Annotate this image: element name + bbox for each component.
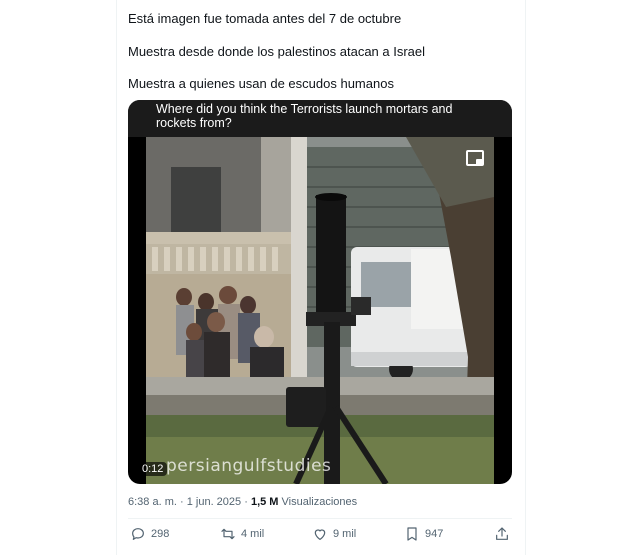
video-player[interactable]: Where did you think the Terrorists launc… [128,100,512,484]
repost-button[interactable]: 4 mil [220,526,264,542]
divider [128,518,512,519]
like-count: 9 mil [333,528,357,540]
video-duration-badge: 0:12 [138,462,168,476]
picture-in-picture-icon[interactable] [466,150,484,166]
repost-count: 4 mil [241,528,265,540]
reply-button[interactable]: 298 [130,526,169,542]
tweet-text-line-1: Está imagen fue tomada antes del 7 de oc… [128,11,402,26]
reply-count: 298 [151,528,170,540]
like-button[interactable]: 9 mil [312,526,356,542]
reply-icon [132,528,144,540]
video-caption: Where did you think the Terrorists launc… [128,100,512,137]
video-watermark: persiangulfstudies [166,456,332,476]
video-frame [146,137,494,484]
views-label: Visualizaciones [281,496,358,508]
bookmark-button[interactable]: 947 [404,526,443,542]
bookmark-icon [407,527,417,541]
tweet-text-line-2: Muestra desde donde los palestinos ataca… [128,44,426,59]
meta-separator: · [244,496,248,508]
meta-separator: · [179,496,184,508]
share-button[interactable] [494,526,510,542]
bookmark-count: 947 [425,528,444,540]
action-bar: 298 4 mil 9 mil 947 [128,526,512,546]
repost-icon [221,528,235,540]
tweet-date[interactable]: 1 jun. 2025 [187,496,241,508]
heart-icon [314,529,326,540]
tweet-meta: 6:38 a. m. · 1 jun. 2025 · 1,5 M Visuali… [128,496,357,508]
tweet-text-line-3: Muestra a quienes usan de escudos humano… [128,76,394,91]
share-icon [496,527,508,540]
views-count: 1,5 M [250,496,279,508]
tweet-time[interactable]: 6:38 a. m. [128,496,177,508]
